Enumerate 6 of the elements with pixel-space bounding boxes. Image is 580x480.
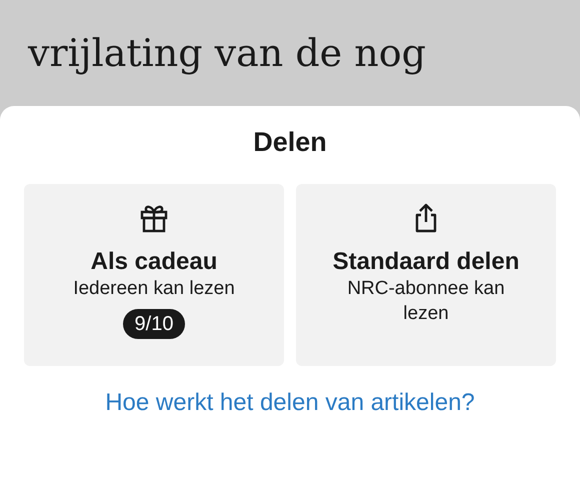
share-option[interactable]: Standaard delen NRC-abonnee kan lezen	[296, 184, 556, 366]
share-option[interactable]: Als cadeau Iedereen kan lezen 9/10	[24, 184, 284, 366]
help-link[interactable]: Hoe werkt het delen van artikelen?	[105, 388, 475, 418]
sheet-title: Delen	[253, 126, 327, 158]
count-badge: 9/10	[122, 309, 186, 339]
article-text: vrijlating van de nog	[28, 30, 426, 77]
